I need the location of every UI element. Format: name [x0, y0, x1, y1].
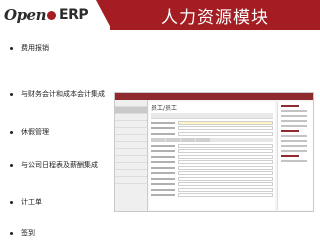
screenshot-form: 员工/员工: [149, 102, 275, 210]
bullet-text: 与财务会计和成本会计集成: [21, 90, 105, 98]
bullet-dot-icon: [10, 130, 13, 134]
bullet-dot-icon: [10, 200, 13, 204]
bullet-item: 费用报销: [10, 43, 49, 53]
logo-text-erp: ERP: [59, 7, 89, 23]
screenshot-left-nav: [115, 100, 148, 211]
bullet-dot-icon: [10, 92, 13, 96]
slide-header: Open ERP 人力资源模块: [0, 0, 320, 30]
bullet-item: 签到: [10, 228, 35, 238]
bullet-text: 费用报销: [21, 44, 49, 52]
bullet-text: 签到: [21, 229, 35, 237]
bullet-text: 计工单: [21, 198, 42, 206]
openerp-screenshot: 员工/员工: [114, 92, 314, 212]
bullet-item: 计工单: [10, 197, 42, 207]
logo-text-open: Open: [4, 6, 47, 24]
screenshot-right-panel: [277, 102, 313, 210]
bullet-text: 休假管理: [21, 128, 49, 136]
bullet-dot-icon: [10, 231, 13, 235]
bullet-dot-icon: [10, 46, 13, 50]
bullet-item: 休假管理: [10, 127, 49, 137]
bullet-item: 与公司日程表及薪酬集成: [10, 160, 98, 170]
screenshot-breadcrumb: 员工/员工: [151, 105, 178, 112]
logo-dot-icon: [47, 10, 57, 20]
bullet-item: 与财务会计和成本会计集成: [10, 89, 105, 99]
screenshot-top-nav: [115, 93, 313, 100]
screenshot-tabs: [151, 137, 273, 142]
bullet-text: 与公司日程表及薪酬集成: [21, 161, 98, 169]
slide-title-text: 人力资源模块: [161, 7, 269, 28]
bullet-dot-icon: [10, 163, 13, 167]
screenshot-toolbar: [151, 113, 273, 119]
slide-title: 人力资源模块: [110, 0, 320, 30]
